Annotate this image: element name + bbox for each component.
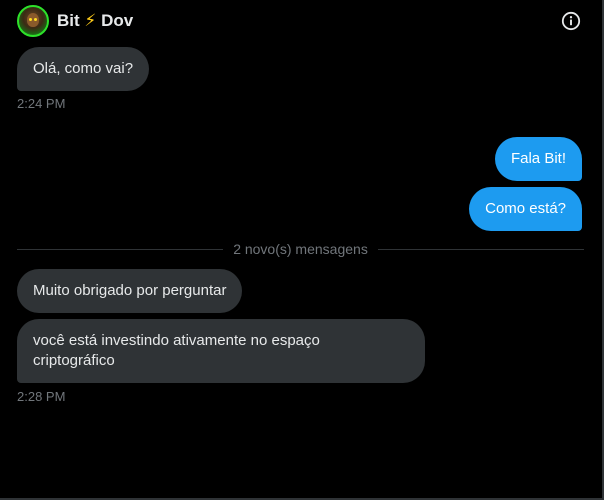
message-bubble-received[interactable]: Olá, como vai? bbox=[17, 47, 150, 91]
message-timestamp: 2:28 PM bbox=[17, 389, 66, 404]
avatar-eye-left bbox=[29, 18, 32, 21]
message-text: Como está? bbox=[485, 200, 566, 217]
new-messages-divider: 2 novo(s) mensagens bbox=[17, 240, 585, 258]
avatar-eye-right bbox=[34, 18, 37, 21]
message-bubble-sent[interactable]: Como está? bbox=[469, 187, 582, 231]
conversation-title[interactable]: Bit ⚡ Dov bbox=[57, 11, 133, 31]
message-text-line-2: criptográfico bbox=[33, 352, 115, 369]
message-text-line-1: você está investindo ativamente no espaç… bbox=[33, 332, 320, 349]
new-messages-label: 2 novo(s) mensagens bbox=[233, 241, 368, 257]
message-bubble-received[interactable]: você está investindo ativamente no espaç… bbox=[17, 319, 425, 383]
conversation-header: Bit ⚡ Dov bbox=[0, 0, 600, 42]
dm-conversation-window: Bit ⚡ Dov Olá, como vai? 2:24 PM Fala Bi… bbox=[0, 0, 604, 500]
title-name-right: Dov bbox=[101, 11, 134, 30]
bull-avatar-icon[interactable] bbox=[17, 5, 49, 37]
divider-line-left bbox=[17, 248, 224, 250]
title-name-left: Bit bbox=[57, 11, 80, 30]
message-timestamp: 2:24 PM bbox=[17, 96, 66, 111]
message-text: Fala Bit! bbox=[510, 150, 566, 167]
message-bubble-received[interactable]: Muito obrigado por perguntar bbox=[17, 269, 243, 313]
message-bubble-sent[interactable]: Fala Bit! bbox=[494, 137, 582, 181]
divider-line-right bbox=[377, 248, 585, 250]
message-text: Olá, como vai? bbox=[33, 60, 134, 77]
message-text: Muito obrigado por perguntar bbox=[33, 282, 227, 299]
lightning-bolt-icon: ⚡ bbox=[84, 11, 97, 31]
info-circle-icon[interactable] bbox=[561, 11, 581, 31]
